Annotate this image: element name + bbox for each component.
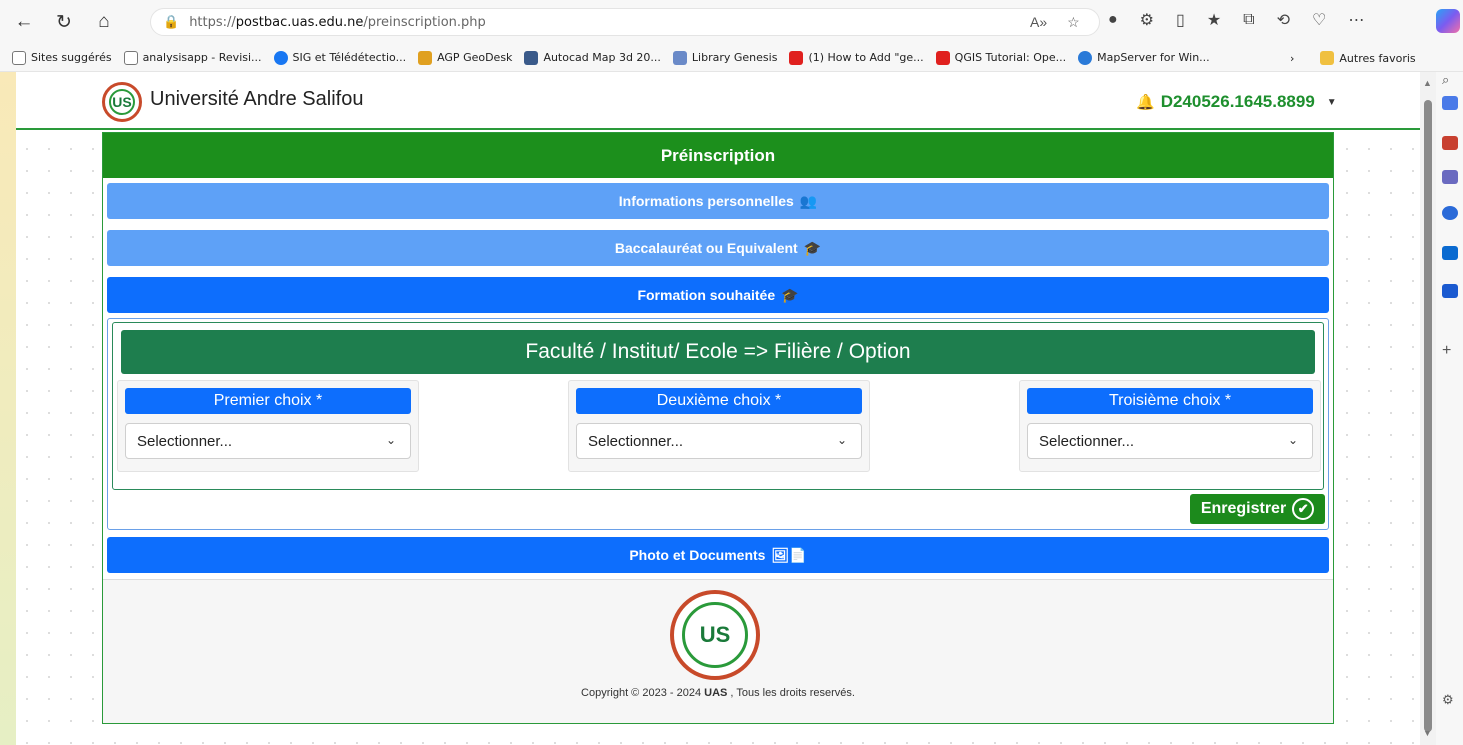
chevron-right-icon[interactable]: ›	[1290, 52, 1294, 65]
read-aloud-icon[interactable]: A»	[1030, 14, 1047, 31]
graduation-cap-icon: 🎓	[803, 239, 822, 256]
facebook-icon	[273, 50, 288, 65]
chevron-down-icon: ⌄	[1287, 433, 1298, 447]
address-actions: A» ☆	[1030, 14, 1080, 31]
second-choice-group: Deuxième choix * Selectionner... ⌄	[568, 380, 870, 472]
bookmark-item[interactable]: MapServer for Win...	[1078, 50, 1210, 65]
third-choice-select[interactable]: Selectionner... ⌄	[1027, 423, 1313, 459]
section-personal-info[interactable]: Informations personnelles 👥	[107, 183, 1329, 219]
copilot-icon[interactable]	[1436, 9, 1460, 33]
card-title: Préinscription	[103, 133, 1333, 178]
back-icon[interactable]: ←	[8, 6, 40, 38]
site-title[interactable]: Université Andre Salifou	[150, 88, 363, 111]
extension-icon[interactable]: ●	[1108, 11, 1118, 29]
third-choice-label: Troisième choix *	[1027, 388, 1313, 414]
microsoft365-icon[interactable]	[1442, 206, 1458, 220]
browser-toolbar: ← ↻ ⌂ 🔒 https://postbac.uas.edu.ne/prein…	[0, 0, 1463, 44]
page-icon	[123, 50, 138, 65]
preinscription-card: Préinscription Informations personnelles…	[102, 132, 1334, 724]
globe-icon	[1078, 50, 1093, 65]
scroll-down-icon[interactable]: ▼	[1423, 728, 1432, 738]
second-choice-select[interactable]: Selectionner... ⌄	[576, 423, 862, 459]
bookmark-item[interactable]: (1) How to Add "ge...	[789, 50, 924, 65]
other-favorites[interactable]: Autres favoris	[1320, 51, 1416, 65]
history-icon[interactable]: ⟲	[1277, 10, 1290, 30]
formation-title: Faculté / Institut/ Ecole => Filière / O…	[121, 330, 1315, 374]
logo-emblem: US	[682, 602, 748, 668]
performance-icon[interactable]: ♡	[1312, 10, 1326, 30]
bookmarks-bar: Sites suggérés analysisapp - Revisi... S…	[0, 44, 1463, 72]
section-photo-documents[interactable]: Photo et Documents 🖼📄	[107, 537, 1329, 573]
caret-down-icon: ▼	[1326, 96, 1337, 108]
youtube-icon	[789, 50, 804, 65]
bookmark-item[interactable]: Library Genesis	[672, 50, 777, 65]
third-choice-group: Troisième choix * Selectionner... ⌄	[1019, 380, 1321, 472]
add-icon[interactable]: +	[1442, 342, 1458, 359]
lock-icon: 🔒	[163, 14, 180, 29]
games-icon[interactable]	[1442, 170, 1458, 184]
favorite-star-icon[interactable]: ☆	[1067, 14, 1080, 31]
check-circle-icon: ✔	[1292, 498, 1315, 520]
autocad-icon	[524, 50, 539, 65]
section-baccalaureat[interactable]: Baccalauréat ou Equivalent 🎓	[107, 230, 1329, 266]
first-choice-label: Premier choix *	[125, 388, 411, 414]
geodesk-icon	[418, 50, 433, 65]
youtube-icon	[935, 50, 950, 65]
graduation-cap-icon: 🎓	[781, 286, 799, 303]
bookmark-item[interactable]: AGP GeoDesk	[418, 50, 512, 65]
edge-sidebar: ⌕ + ⚙	[1436, 72, 1463, 745]
drop-icon[interactable]	[1442, 284, 1458, 298]
first-choice-select[interactable]: Selectionner... ⌄	[125, 423, 411, 459]
user-id: D240526.1645.8899	[1160, 92, 1315, 111]
bookmark-item[interactable]: Autocad Map 3d 20...	[524, 50, 661, 65]
site-header: US Université Andre Salifou 🔔 D240526.16…	[16, 72, 1420, 130]
bell-icon: 🔔	[1136, 94, 1155, 111]
section-formation[interactable]: Formation souhaitée 🎓	[107, 277, 1329, 313]
page-icon	[12, 50, 26, 65]
outlook-icon[interactable]	[1442, 246, 1458, 260]
collections-icon[interactable]: ⧉	[1243, 11, 1254, 29]
copyright-text: Copyright © 2023 - 2024 UAS , Tous les d…	[581, 687, 855, 699]
page-scrollbar[interactable]: ▲ ▼	[1420, 72, 1436, 745]
library-icon	[672, 50, 687, 65]
address-bar[interactable]: 🔒 https://postbac.uas.edu.ne/preinscript…	[150, 8, 1100, 36]
save-button[interactable]: Enregistrer ✔	[1190, 494, 1325, 524]
folder-icon	[1320, 51, 1335, 65]
university-logo[interactable]: US	[102, 82, 142, 122]
formation-panel: Faculté / Institut/ Ecole => Filière / O…	[107, 318, 1329, 530]
scrollbar-thumb[interactable]	[1424, 100, 1432, 732]
bookmarks-overflow: › Autres favoris	[1290, 44, 1416, 72]
first-choice-group: Premier choix * Selectionner... ⌄	[117, 380, 419, 472]
footer: US Copyright © 2023 - 2024 UAS , Tous le…	[103, 579, 1333, 723]
left-edge	[0, 72, 16, 745]
home-icon[interactable]: ⌂	[88, 6, 120, 38]
chevron-down-icon: ⌄	[836, 433, 847, 447]
choices-box: Faculté / Institut/ Ecole => Filière / O…	[112, 322, 1324, 490]
bookmark-item[interactable]: SIG et Télédétectio...	[273, 50, 406, 65]
bookmark-item[interactable]: analysisapp - Revisi...	[123, 50, 262, 65]
refresh-icon[interactable]: ↻	[48, 6, 80, 38]
extension-icons: ● ⚙ ▯ ★ ⧉ ⟲ ♡ ⋯	[1108, 10, 1364, 30]
split-screen-icon[interactable]: ▯	[1176, 10, 1185, 30]
page-viewport: US Université Andre Salifou 🔔 D240526.16…	[16, 72, 1420, 745]
favorites-icon[interactable]: ★	[1207, 10, 1221, 30]
footer-logo: US	[670, 590, 760, 680]
tag-icon[interactable]	[1442, 96, 1458, 110]
toolbox-icon[interactable]	[1442, 136, 1458, 150]
search-icon[interactable]: ⌕	[1442, 72, 1458, 87]
image-document-icon: 🖼📄	[771, 546, 807, 563]
user-menu[interactable]: 🔔 D240526.1645.8899 ▼	[1136, 92, 1337, 112]
second-choice-label: Deuxième choix *	[576, 388, 862, 414]
bookmark-item[interactable]: Sites suggérés	[12, 50, 112, 65]
chevron-down-icon: ⌄	[385, 433, 396, 447]
url-text: https://postbac.uas.edu.ne/preinscriptio…	[189, 14, 486, 30]
scroll-up-icon[interactable]: ▲	[1423, 78, 1432, 88]
settings-icon[interactable]: ⚙	[1442, 692, 1458, 707]
extensions-icon[interactable]: ⚙	[1140, 10, 1154, 30]
more-menu-icon[interactable]: ⋯	[1348, 10, 1364, 30]
users-icon: 👥	[799, 192, 818, 209]
bookmark-item[interactable]: QGIS Tutorial: Ope...	[935, 50, 1066, 65]
